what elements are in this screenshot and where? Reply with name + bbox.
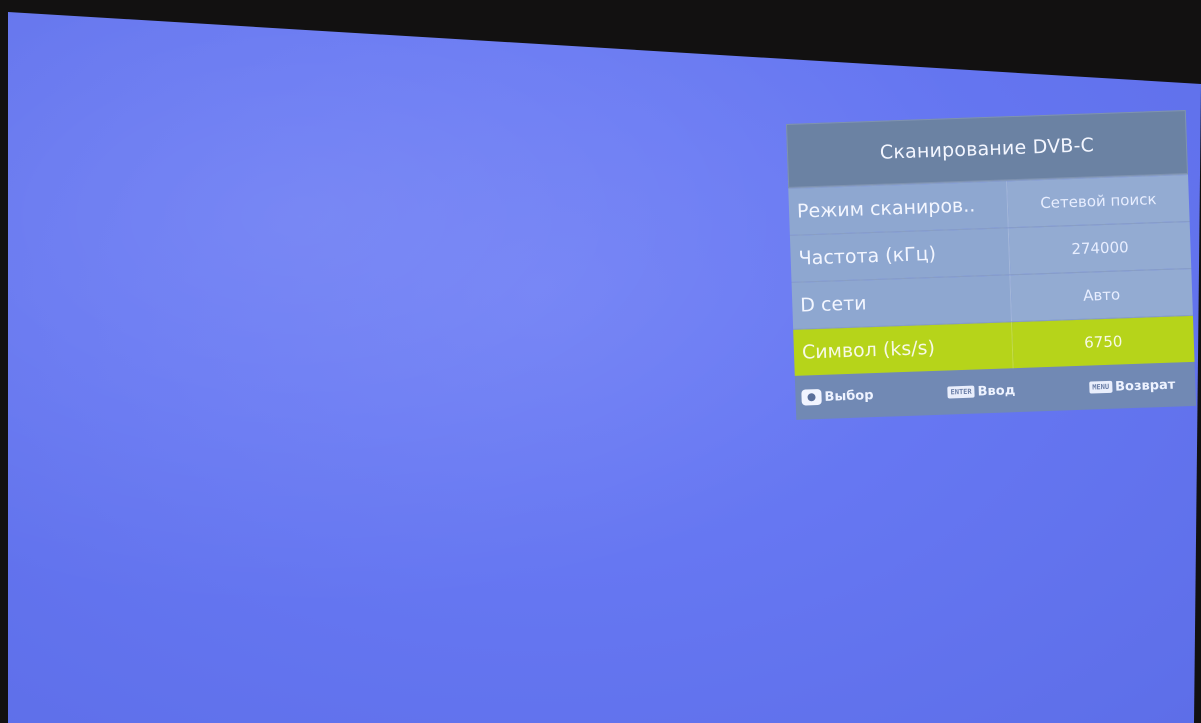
- hint-select: Выбор: [801, 387, 874, 406]
- dvb-c-scan-menu: Сканирование DVB-C Режим сканиров.. Сете…: [786, 110, 1197, 420]
- row-label: D сети: [791, 275, 1013, 329]
- photo-scene: Сканирование DVB-C Режим сканиров.. Сете…: [0, 0, 1201, 723]
- row-value[interactable]: 6750: [1012, 315, 1195, 369]
- hint-enter-label: Ввод: [977, 382, 1016, 399]
- dpad-icon: [801, 388, 822, 406]
- row-value[interactable]: Авто: [1010, 268, 1193, 322]
- hint-select-label: Выбор: [824, 387, 874, 405]
- hint-enter: ENTER Ввод: [947, 383, 1015, 400]
- row-value[interactable]: 274000: [1008, 221, 1192, 275]
- hint-back-label: Возврат: [1114, 377, 1176, 395]
- row-label: Режим сканиров..: [788, 181, 1009, 235]
- enter-key-icon: ENTER: [947, 385, 975, 399]
- menu-key-icon: MENU: [1089, 380, 1113, 394]
- row-label: Символ (ks/s): [793, 322, 1014, 376]
- row-label: Частота (кГц): [789, 228, 1011, 282]
- row-value[interactable]: Сетевой поиск: [1007, 175, 1190, 228]
- hint-back: MENU Возврат: [1089, 377, 1176, 395]
